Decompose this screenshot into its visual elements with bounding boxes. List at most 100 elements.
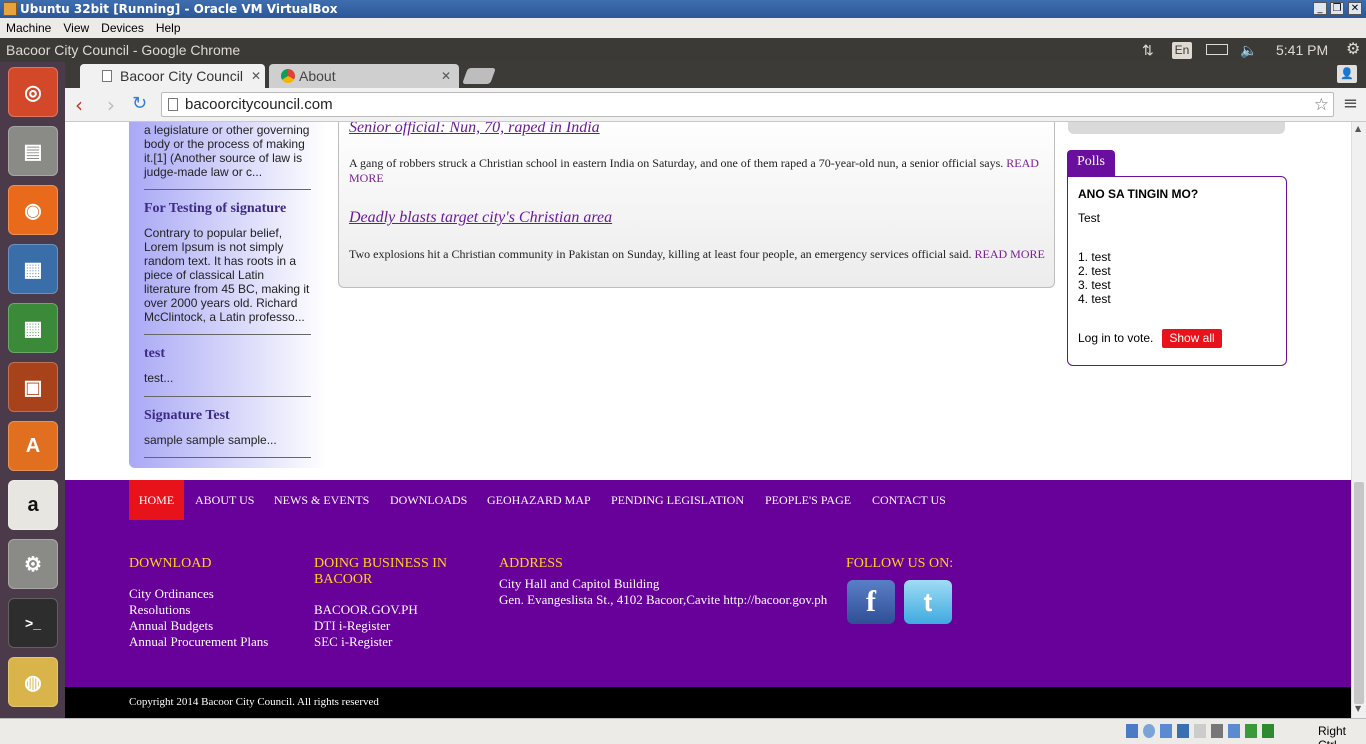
facebook-icon[interactable]: f [847, 580, 895, 624]
back-icon[interactable]: ‹ [75, 93, 83, 117]
menu-view[interactable]: View [63, 21, 89, 35]
address-bar[interactable]: bacoorcitycouncil.com ☆ [161, 92, 1334, 117]
sidebar-intro-text: a legislature or other governing body or… [144, 123, 310, 179]
restore-button[interactable]: ❐ [1330, 2, 1344, 15]
nav-downloads[interactable]: DOWNLOADS [390, 480, 467, 520]
reload-icon[interactable]: ↻ [132, 93, 147, 114]
scroll-down-arrow-icon[interactable]: ▼ [1355, 704, 1361, 713]
chrome-logo-icon [281, 69, 295, 83]
sidebar-article-excerpt: sample sample sample... [144, 433, 277, 447]
virtualbox-title-bar: Ubuntu 32bit [Running] - Oracle VM Virtu… [0, 0, 1366, 18]
business-link[interactable]: DTI i-Register [314, 618, 390, 634]
download-link[interactable]: Annual Budgets [129, 618, 213, 634]
firefox-icon[interactable]: ◉ [8, 185, 58, 235]
widget-bottom [1068, 122, 1285, 134]
nav-contact[interactable]: CONTACT US [872, 480, 946, 520]
clock[interactable]: 5:41 PM [1276, 38, 1336, 62]
poll-option: 4. test [1078, 292, 1111, 306]
minimize-button[interactable]: _ [1313, 2, 1327, 15]
menu-devices[interactable]: Devices [101, 21, 144, 35]
news-title[interactable]: Senior official: Nun, 70, raped in India [349, 122, 600, 137]
business-link[interactable]: BACOOR.GOV.PH [314, 602, 418, 618]
news-title[interactable]: Deadly blasts target city's Christian ar… [349, 209, 612, 227]
poll-option: 2. test [1078, 264, 1111, 278]
network-icon[interactable] [1177, 724, 1189, 738]
nav-home[interactable]: HOME [129, 480, 184, 520]
shared-folders-icon[interactable] [1194, 724, 1206, 738]
forward-icon[interactable]: › [107, 93, 115, 117]
virtualization-icon[interactable] [1245, 724, 1257, 738]
keyboard-layout-indicator[interactable]: En [1172, 42, 1192, 59]
nav-peoples-page[interactable]: PEOPLE'S PAGE [765, 480, 851, 520]
ubuntu-dash-icon[interactable]: ◎ [8, 67, 58, 117]
chrome-menu-icon[interactable]: ≡ [1343, 93, 1358, 114]
device-icons [1126, 724, 1286, 739]
scroll-up-arrow-icon[interactable]: ▲ [1355, 124, 1361, 133]
software-center-icon[interactable]: A [8, 421, 58, 471]
battery-icon[interactable] [1206, 44, 1228, 55]
twitter-icon[interactable]: t [904, 580, 952, 624]
nav-pending-legislation[interactable]: PENDING LEGISLATION [611, 480, 744, 520]
profile-icon[interactable]: 👤 [1337, 65, 1357, 83]
close-button[interactable]: ✕ [1348, 2, 1362, 15]
sidebar-article-title[interactable]: test [144, 346, 165, 362]
host-key-label: Right Ctrl [1318, 724, 1347, 744]
close-tab-icon[interactable]: ✕ [441, 64, 451, 88]
page-icon [168, 98, 178, 111]
poll-option: 3. test [1078, 278, 1111, 292]
amazon-icon[interactable]: a [8, 480, 58, 530]
tab-bacoor[interactable]: Bacoor City Council ✕ [80, 64, 265, 88]
new-tab-button[interactable] [462, 68, 496, 84]
recording-icon[interactable] [1228, 724, 1240, 738]
writer-icon[interactable]: ▦ [8, 244, 58, 294]
read-more-link[interactable]: READ MORE [974, 247, 1044, 261]
page-scrollbar[interactable]: ▲ ▼ [1351, 122, 1366, 718]
divider [144, 457, 311, 458]
sidebar-article-title[interactable]: Signature Test [144, 408, 230, 424]
gear-icon[interactable]: ⚙ [1346, 38, 1360, 62]
business-link[interactable]: SEC i-Register [314, 634, 392, 650]
address-heading: ADDRESS [499, 556, 563, 571]
download-link[interactable]: Resolutions [129, 602, 190, 618]
sidebar-articles: a legislature or other governing body or… [129, 122, 326, 468]
nav-geohazard-map[interactable]: GEOHAZARD MAP [487, 480, 591, 520]
virtualbox-status-bar: Right Ctrl [0, 718, 1366, 744]
poll-question: ANO SA TINGIN MO? [1078, 187, 1199, 201]
page-icon [102, 70, 112, 82]
chrome-icon[interactable]: ◍ [8, 657, 58, 707]
download-link[interactable]: Annual Procurement Plans [129, 634, 268, 650]
scrollbar-thumb[interactable] [1354, 482, 1364, 704]
poll-login-text[interactable]: Log in to vote. [1078, 331, 1153, 345]
system-settings-icon[interactable]: ⚙ [8, 539, 58, 589]
mouse-integration-icon[interactable] [1262, 724, 1274, 738]
nav-news-events[interactable]: NEWS & EVENTS [274, 480, 369, 520]
tab-about[interactable]: About ✕ [269, 64, 459, 88]
hard-disk-icon[interactable] [1126, 724, 1138, 738]
polls-tab[interactable]: Polls [1067, 150, 1115, 177]
display-icon[interactable] [1211, 724, 1223, 738]
show-all-button[interactable]: Show all [1162, 329, 1222, 348]
close-tab-icon[interactable]: ✕ [251, 64, 261, 88]
tab-label: About [299, 68, 336, 84]
terminal-icon[interactable]: >_ [8, 598, 58, 648]
menu-help[interactable]: Help [156, 21, 181, 35]
impress-icon[interactable]: ▣ [8, 362, 58, 412]
volume-icon[interactable]: 🔈 [1240, 38, 1257, 62]
news-text: A gang of robbers struck a Christian sch… [349, 156, 1004, 170]
files-icon[interactable]: ▤ [8, 126, 58, 176]
sidebar-article-title[interactable]: For Testing of signature [144, 201, 286, 217]
sidebar-article-excerpt: Contrary to popular belief, Lorem Ipsum … [144, 226, 310, 324]
network-transfer-icon[interactable]: ⇅ [1142, 38, 1154, 62]
copyright-bar: Copyright 2014 Bacoor City Council. All … [65, 687, 1351, 718]
download-link[interactable]: City Ordinances [129, 586, 214, 602]
divider [144, 334, 311, 335]
nav-about[interactable]: ABOUT US [195, 480, 254, 520]
news-text: Two explosions hit a Christian community… [349, 247, 972, 261]
bookmark-star-icon[interactable]: ☆ [1314, 93, 1329, 116]
calc-icon[interactable]: ▦ [8, 303, 58, 353]
usb-icon[interactable] [1160, 724, 1172, 738]
divider [144, 189, 311, 190]
poll-box: ANO SA TINGIN MO? Test 1. test 2. test 3… [1067, 176, 1287, 366]
optical-drive-icon[interactable] [1143, 724, 1155, 738]
menu-machine[interactable]: Machine [6, 21, 51, 35]
